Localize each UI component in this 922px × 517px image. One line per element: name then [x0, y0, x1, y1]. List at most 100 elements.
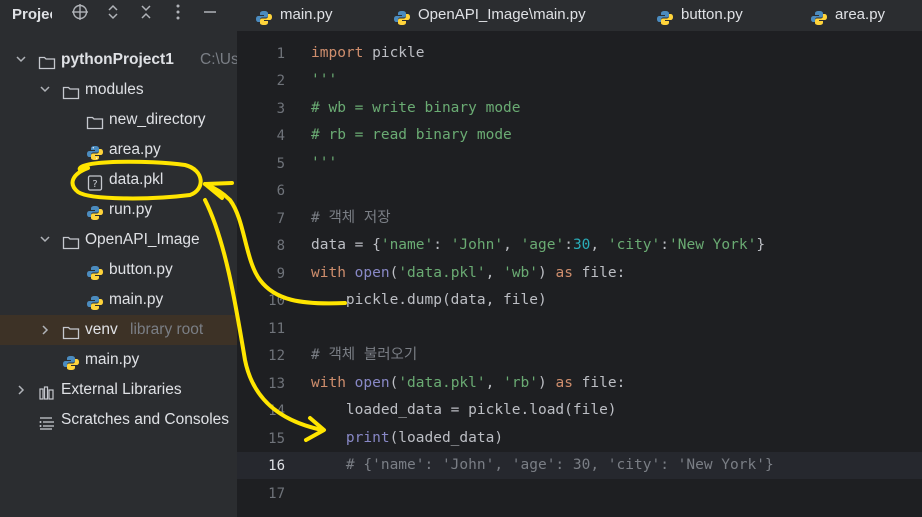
tree-item-label: main.py [109, 291, 164, 308]
code-line-current[interactable]: # {'name': 'John', 'age': 30, 'city': 'N… [311, 452, 774, 479]
tree-item-label: venv [85, 321, 118, 338]
tree-item-run-py[interactable]: run.py [0, 195, 237, 225]
line-number: 9 [276, 266, 285, 282]
python-file-icon [86, 292, 104, 310]
collapse-all-icon[interactable] [135, 3, 157, 25]
python-file-icon [255, 7, 273, 25]
code-line[interactable]: with open('data.pkl', 'rb') as file: [311, 370, 625, 397]
tree-item-venv[interactable]: venv library root [0, 315, 237, 345]
select-opened-file-icon[interactable] [69, 3, 91, 25]
line-number: 7 [276, 211, 285, 227]
code-line[interactable]: import pickle [311, 40, 425, 67]
editor-tab-bar: main.py OpenAPI_Image\main.py button.py … [237, 0, 922, 32]
line-number: 3 [276, 101, 285, 117]
tab-button-py[interactable]: button.py [656, 0, 776, 31]
tree-item-openapi-image[interactable]: OpenAPI_Image [0, 225, 237, 255]
hide-tool-window-icon[interactable] [199, 3, 221, 25]
tree-item-main-py[interactable]: main.py [0, 345, 237, 375]
project-tool-window-header: Project [0, 0, 237, 30]
string: 'city' [607, 237, 661, 253]
line-number: 8 [276, 238, 285, 254]
code-line[interactable]: # wb = write binary mode [311, 95, 521, 122]
folder-icon [62, 232, 80, 250]
code-text: : [564, 237, 573, 253]
tab-area-py[interactable]: area.py [810, 0, 920, 31]
string: 'data.pkl' [398, 375, 486, 391]
tree-item-external-libraries[interactable]: External Libraries [0, 375, 237, 405]
python-file-icon [86, 202, 104, 220]
line-number: 6 [276, 183, 285, 199]
code-text: pickle [363, 45, 425, 61]
keyword: with [311, 375, 346, 391]
tree-item-label: OpenAPI_Image [85, 231, 200, 248]
code-editor[interactable]: main.py OpenAPI_Image\main.py button.py … [237, 0, 922, 517]
tree-item-scratches[interactable]: Scratches and Consoles [0, 405, 237, 435]
line-number: 12 [268, 348, 285, 364]
tab-label: main.py [280, 6, 333, 23]
code-text: , [485, 265, 504, 281]
code-line[interactable]: pickle.dump(data, file) [311, 287, 547, 314]
tab-label: OpenAPI_Image\main.py [418, 6, 586, 23]
svg-text:?: ? [92, 179, 97, 190]
code-text: data = { [311, 237, 381, 253]
more-options-icon[interactable] [167, 3, 189, 25]
tab-main-py[interactable]: main.py [255, 0, 375, 31]
folder-icon [62, 82, 80, 100]
tree-item-button-py[interactable]: button.py [0, 255, 237, 285]
code-text: : [660, 237, 670, 253]
keyword: with [311, 265, 346, 281]
tree-item-label: run.py [109, 201, 153, 218]
code-line[interactable]: ''' [311, 67, 337, 94]
tree-item-pythonproject1[interactable]: pythonProject1 C:\Us [0, 45, 237, 75]
string: 'rb' [503, 375, 539, 391]
line-number: 5 [276, 156, 285, 172]
code-text: } [756, 237, 766, 253]
code-text: (loaded_data) [389, 430, 504, 446]
code-text: ( [389, 265, 399, 281]
tree-item-data-pkl[interactable]: ? data.pkl [0, 165, 237, 195]
library-icon [38, 382, 56, 400]
code-text: file: [572, 265, 626, 281]
tab-openapi-main-py[interactable]: OpenAPI_Image\main.py [393, 0, 623, 31]
python-file-icon [656, 7, 674, 25]
tree-item-label: new_directory [109, 111, 206, 128]
tab-label: area.py [835, 6, 886, 23]
python-file-icon [62, 352, 80, 370]
tree-item-label: Scratches and Consoles [61, 411, 230, 428]
folder-icon [86, 112, 104, 130]
string: 'wb' [503, 265, 539, 281]
tree-item-area-py[interactable]: area.py [0, 135, 237, 165]
code-line[interactable]: data = {'name': 'John', 'age':30, 'city'… [311, 232, 765, 259]
builtin: open [354, 265, 390, 281]
tree-item-new-directory[interactable]: new_directory [0, 105, 237, 135]
tree-item-label: data.pkl [109, 171, 164, 188]
expand-all-icon[interactable] [102, 3, 124, 25]
code-line[interactable]: with open('data.pkl', 'wb') as file: [311, 260, 625, 287]
tree-item-label: button.py [109, 261, 173, 278]
code-line[interactable]: # 객체 저장 [311, 205, 391, 232]
keyword: import [311, 45, 364, 61]
tree-item-label: External Libraries [61, 381, 182, 398]
code-line[interactable]: # rb = read binary mode [311, 122, 512, 149]
line-number: 11 [268, 321, 285, 337]
line-number: 1 [276, 46, 285, 62]
code-line[interactable]: loaded_data = pickle.load(file) [311, 397, 617, 424]
tree-item-modules[interactable]: modules [0, 75, 237, 105]
unknown-file-icon: ? [86, 172, 104, 191]
tree-item-label: pythonProject1 [61, 51, 174, 68]
folder-icon [62, 322, 80, 340]
tree-item-openapi-main-py[interactable]: main.py [0, 285, 237, 315]
line-number-current: 16 [268, 458, 285, 474]
code-line[interactable]: ''' [311, 150, 337, 177]
keyword: as [555, 375, 573, 391]
line-number: 17 [268, 486, 285, 502]
python-file-icon [393, 7, 411, 25]
code-text: ( [389, 375, 399, 391]
project-tool-window-title[interactable]: Project [12, 6, 52, 23]
code-line[interactable]: # 객체 불러오기 [311, 342, 417, 369]
code-line[interactable]: print(loaded_data) [311, 425, 503, 452]
line-number: 2 [276, 73, 285, 89]
string: 'New York' [669, 237, 757, 253]
